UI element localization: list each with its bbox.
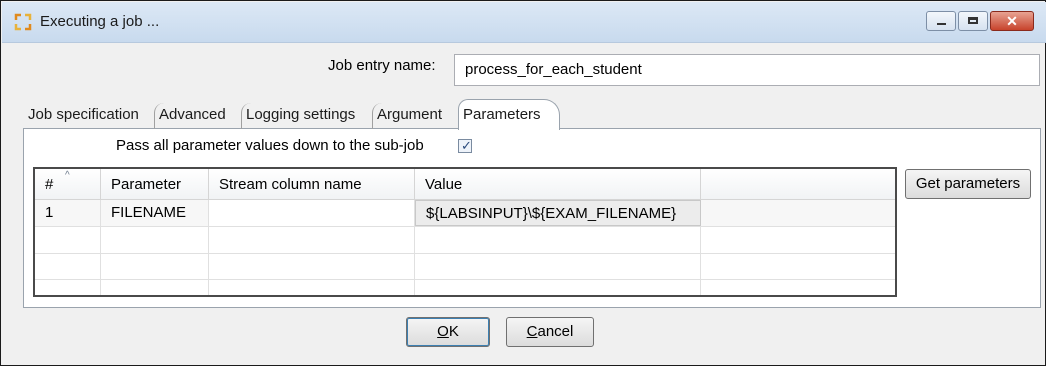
column-header-value[interactable]: Value xyxy=(415,169,701,199)
table-row-empty[interactable] xyxy=(35,227,895,254)
minimize-button[interactable] xyxy=(926,11,956,31)
tab-job-specification[interactable]: Job specification xyxy=(24,103,143,129)
cell-number[interactable]: 1 xyxy=(35,200,101,226)
cell-stream-column-name[interactable] xyxy=(209,279,415,295)
cancel-label: ancel xyxy=(537,323,574,340)
window-title: Executing a job ... xyxy=(40,13,160,30)
table-row-empty[interactable] xyxy=(35,253,895,280)
tab-parameters[interactable]: Parameters xyxy=(458,99,560,130)
sort-ascending-icon: ^ xyxy=(65,170,70,181)
checkmark-icon: ✓ xyxy=(461,138,472,153)
title-bar[interactable]: Executing a job ... ✕ xyxy=(2,2,1046,43)
cell-number[interactable] xyxy=(35,279,101,295)
cell-empty xyxy=(701,200,895,226)
column-header-stream-column-name[interactable]: Stream column name xyxy=(209,169,415,199)
ok-button[interactable]: OK xyxy=(406,317,490,347)
pass-all-parameters-checkbox[interactable]: ✓ xyxy=(458,138,472,153)
cell-parameter[interactable] xyxy=(101,279,209,295)
cell-parameter[interactable] xyxy=(101,227,209,253)
maximize-icon xyxy=(959,12,987,30)
cell-value[interactable] xyxy=(415,279,701,295)
cancel-button[interactable]: Cancel xyxy=(506,317,594,347)
cell-stream-column-name[interactable] xyxy=(209,200,415,226)
kettle-job-icon xyxy=(14,13,32,31)
job-entry-name-input[interactable]: process_for_each_student xyxy=(454,54,1040,86)
dialog-window: Executing a job ... ✕ Job entry name: pr… xyxy=(0,0,1046,366)
table-row[interactable]: 1 FILENAME ${LABSINPUT}\${EXAM_FILENAME} xyxy=(35,200,895,227)
cell-number[interactable] xyxy=(35,227,101,253)
cell-number[interactable] xyxy=(35,253,101,279)
column-header-number[interactable]: # ^ xyxy=(35,169,101,199)
cancel-mnemonic: C xyxy=(526,323,538,340)
table-header: # ^ Parameter Stream column name Value xyxy=(35,169,895,200)
minimize-icon xyxy=(927,12,955,30)
table-row-empty[interactable] xyxy=(35,279,895,295)
maximize-button[interactable] xyxy=(958,11,988,31)
parameters-table[interactable]: # ^ Parameter Stream column name Value 1 … xyxy=(33,167,897,297)
cell-stream-column-name[interactable] xyxy=(209,227,415,253)
cell-value[interactable]: ${LABSINPUT}\${EXAM_FILENAME} xyxy=(415,200,701,226)
tab-logging-settings[interactable]: Logging settings xyxy=(241,103,359,129)
cell-parameter[interactable]: FILENAME xyxy=(101,200,209,226)
tab-argument[interactable]: Argument xyxy=(372,103,446,129)
get-parameters-button[interactable]: Get parameters xyxy=(905,169,1031,199)
cell-value[interactable] xyxy=(415,253,701,279)
ok-mnemonic: O xyxy=(437,323,449,340)
pass-all-parameters-label: Pass all parameter values down to the su… xyxy=(116,137,424,154)
ok-label: K xyxy=(448,323,459,340)
job-entry-name-label: Job entry name: xyxy=(328,57,436,74)
close-icon: ✕ xyxy=(1006,13,1018,29)
column-header-parameter[interactable]: Parameter xyxy=(101,169,209,199)
tab-advanced[interactable]: Advanced xyxy=(154,103,230,129)
column-header-empty xyxy=(701,169,895,199)
cell-value[interactable] xyxy=(415,227,701,253)
cell-parameter[interactable] xyxy=(101,253,209,279)
close-button[interactable]: ✕ xyxy=(990,11,1034,31)
cell-stream-column-name[interactable] xyxy=(209,253,415,279)
